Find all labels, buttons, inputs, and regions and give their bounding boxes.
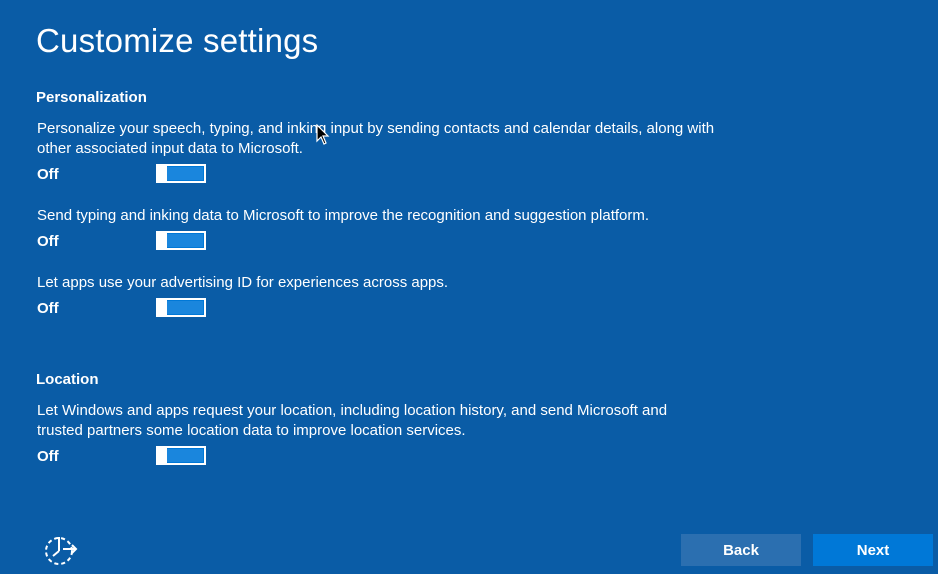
setting-state-typing-inking-data: Off	[37, 233, 59, 250]
ease-of-access-icon-graphic	[45, 537, 78, 565]
toggle-knob	[156, 298, 167, 317]
next-button[interactable]: Next	[813, 534, 933, 566]
back-button[interactable]: Back	[681, 534, 801, 566]
mouse-cursor-icon	[316, 124, 330, 145]
setting-state-speech-typing-inking: Off	[37, 166, 59, 183]
page-title: Customize settings	[36, 22, 319, 59]
toggle-track	[167, 301, 203, 314]
setting-description-typing-inking-data: Send typing and inking data to Microsoft…	[37, 207, 650, 224]
section-heading-personalization: Personalization	[36, 89, 147, 106]
setting-description-speech-typing-inking: Personalize your speech, typing, and ink…	[37, 120, 715, 157]
ease-of-access-icon[interactable]	[42, 534, 80, 566]
toggle-knob	[156, 231, 167, 250]
toggle-track	[167, 449, 203, 462]
toggle-track	[167, 234, 203, 247]
toggle-typing-inking-data[interactable]	[156, 231, 206, 250]
setting-description-advertising-id: Let apps use your advertising ID for exp…	[37, 274, 449, 291]
toggle-knob	[156, 164, 167, 183]
toggle-knob	[156, 446, 167, 465]
toggle-location[interactable]	[156, 446, 206, 465]
toggle-speech-typing-inking[interactable]	[156, 164, 206, 183]
toggle-track	[167, 167, 203, 180]
section-heading-location: Location	[36, 371, 99, 388]
setting-description-location: Let Windows and apps request your locati…	[37, 402, 668, 439]
setting-state-advertising-id: Off	[37, 300, 59, 317]
toggle-advertising-id[interactable]	[156, 298, 206, 317]
setting-state-location: Off	[37, 448, 59, 465]
